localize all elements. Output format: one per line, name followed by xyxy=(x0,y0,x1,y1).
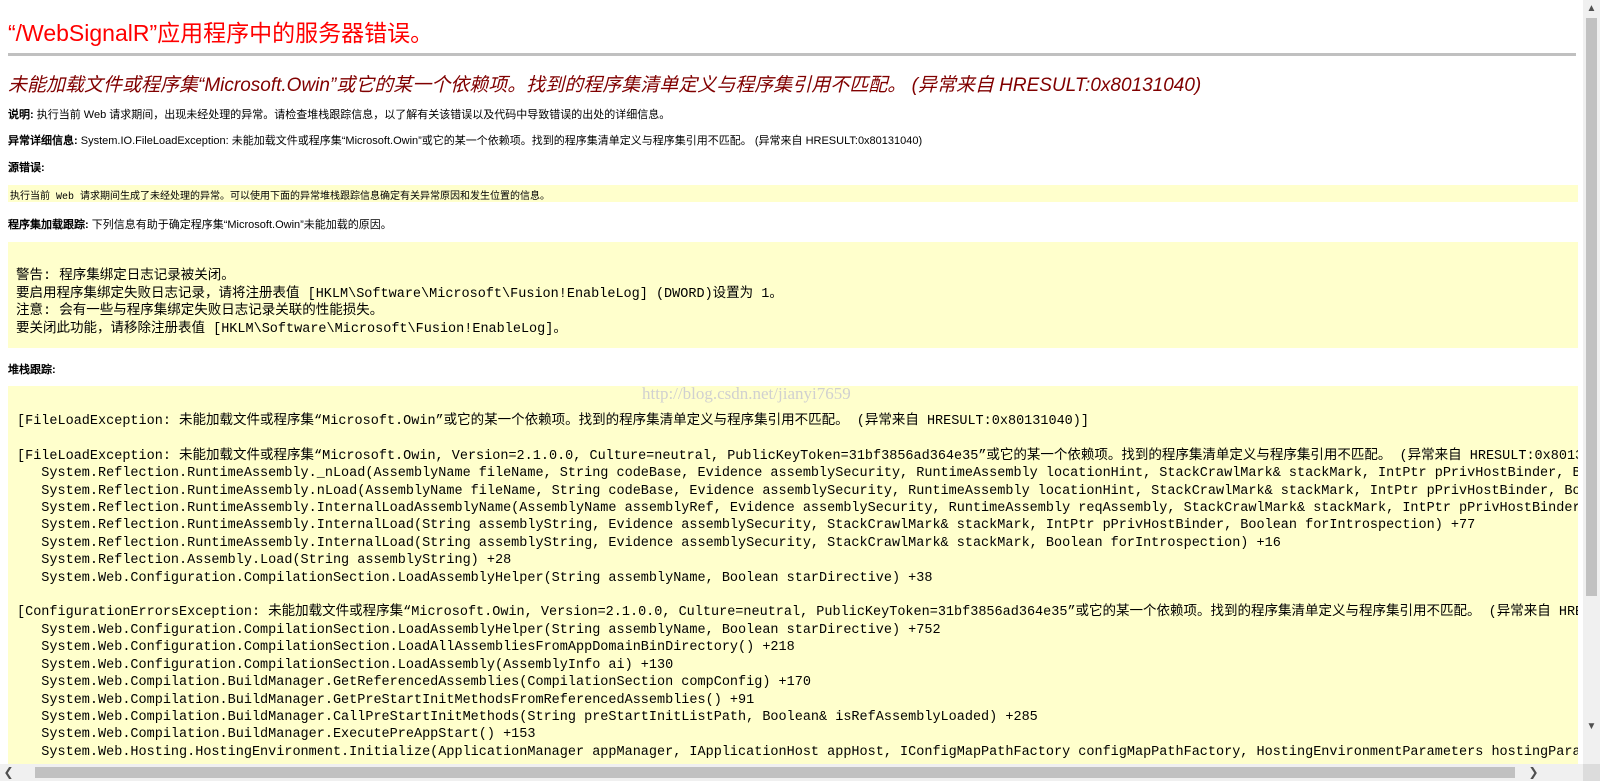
page-title: “/WebSignalR”应用程序中的服务器错误。 xyxy=(8,20,434,46)
assembly-load-trace-label: 程序集加载跟踪: xyxy=(8,219,89,231)
assembly-load-trace-box: 警告: 程序集绑定日志记录被关闭。 要启用程序集绑定失败日志记录，请将注册表值 … xyxy=(8,242,1578,348)
scroll-right-arrow-icon[interactable]: ❯ xyxy=(1525,764,1542,781)
horizontal-scrollbar[interactable]: ❮ ❯ xyxy=(0,764,1583,781)
scroll-up-arrow-icon[interactable]: ▲ xyxy=(1583,0,1600,17)
exception-details-section: 异常详细信息: System.IO.FileLoadException: 未能加… xyxy=(8,132,922,148)
description-section: 说明: 执行当前 Web 请求期间，出现未经处理的异常。请检查堆栈跟踪信息，以了… xyxy=(8,106,670,122)
assembly-load-trace-text: 下列信息有助于确定程序集“Microsoft.Owin”未能加载的原因。 xyxy=(88,219,392,231)
assembly-load-trace-section: 程序集加载跟踪: 下列信息有助于确定程序集“Microsoft.Owin”未能加… xyxy=(8,216,392,232)
description-label: 说明: xyxy=(8,109,34,121)
watermark-text: http://blog.csdn.net/jianyi7659 xyxy=(642,384,851,403)
stack-trace-section: 堆栈跟踪: xyxy=(8,361,56,377)
source-error-box: 执行当前 Web 请求期间生成了未经处理的异常。可以使用下面的异常堆栈跟踪信息确… xyxy=(8,185,1578,202)
assembly-load-trace-body: 警告: 程序集绑定日志记录被关闭。 要启用程序集绑定失败日志记录，请将注册表值 … xyxy=(16,269,783,337)
source-error-section: 源错误: xyxy=(8,159,45,175)
scroll-down-arrow-icon[interactable]: ▼ xyxy=(1583,718,1600,735)
source-error-label: 源错误: xyxy=(8,162,45,174)
stack-trace-box: [FileLoadException: 未能加载文件或程序集“Microsoft… xyxy=(8,386,1578,764)
exception-details-text: System.IO.FileLoadException: 未能加载文件或程序集“… xyxy=(77,135,923,147)
scroll-left-arrow-icon[interactable]: ❮ xyxy=(0,764,17,781)
source-error-text: 执行当前 Web 请求期间生成了未经处理的异常。可以使用下面的异常堆栈跟踪信息确… xyxy=(10,192,551,202)
horizontal-scroll-thumb[interactable] xyxy=(35,767,1515,778)
stack-trace-label: 堆栈跟踪: xyxy=(8,364,56,376)
page-viewport: “/WebSignalR”应用程序中的服务器错误。 未能加载文件或程序集“Mic… xyxy=(0,0,1583,764)
vertical-scroll-thumb[interactable] xyxy=(1586,18,1597,596)
error-message: 未能加载文件或程序集“Microsoft.Owin”或它的某一个依赖项。找到的程… xyxy=(8,75,1202,96)
description-text: 执行当前 Web 请求期间，出现未经处理的异常。请检查堆栈跟踪信息，以了解有关该… xyxy=(33,109,671,121)
exception-details-label: 异常详细信息: xyxy=(8,135,78,147)
title-divider xyxy=(8,53,1576,56)
stack-trace-body: [FileLoadException: 未能加载文件或程序集“Microsoft… xyxy=(17,414,1578,760)
scrollbar-corner xyxy=(1583,764,1600,781)
vertical-scrollbar[interactable]: ▲ ▼ xyxy=(1583,0,1600,764)
